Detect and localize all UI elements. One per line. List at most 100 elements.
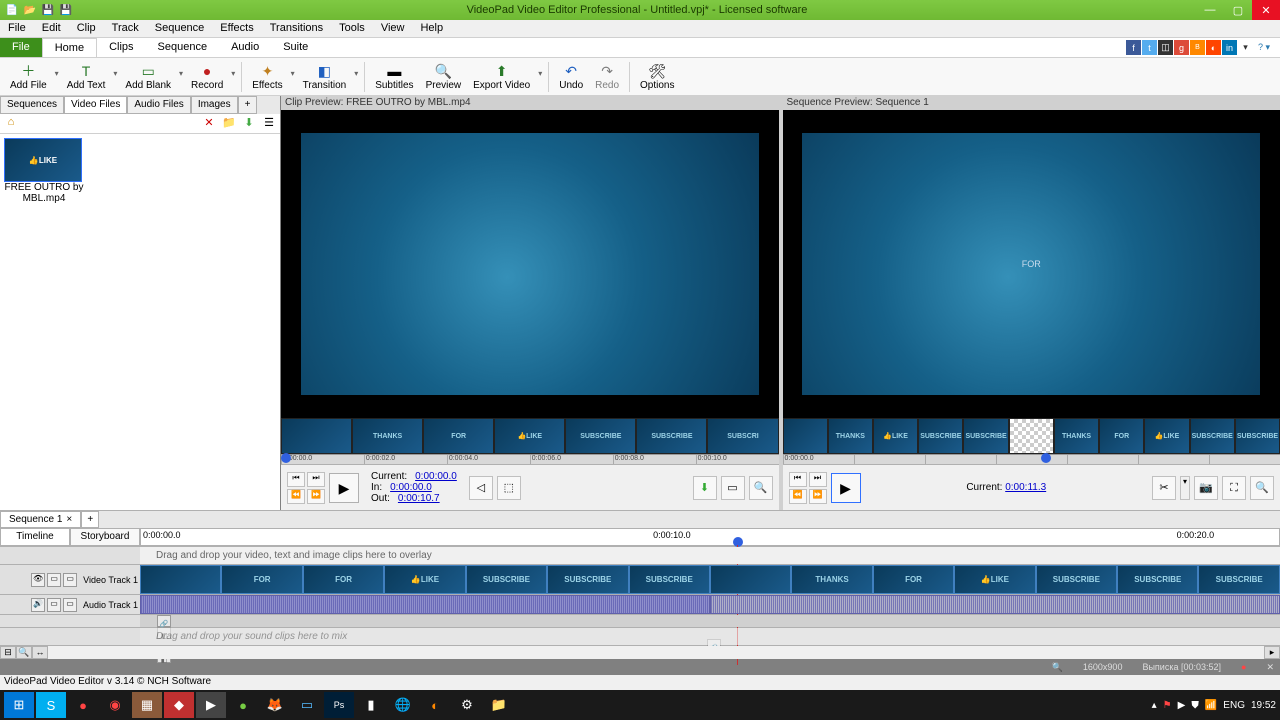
tray-network-icon[interactable]: 📶 (1205, 700, 1217, 711)
menu-sequence[interactable]: Sequence (147, 20, 213, 37)
timeline-clip[interactable]: FOR (873, 565, 954, 594)
sequence-tab-1[interactable]: Sequence 1× (0, 511, 81, 528)
timeline-ruler[interactable]: 0:00:00.0 0:00:10.0 0:00:20.0 (140, 528, 1280, 546)
timeline-clip[interactable]: SUBSCRIBE (1198, 565, 1279, 594)
seq-back-button[interactable]: ⏪ (789, 489, 807, 504)
status-close-icon[interactable]: ✕ (1266, 662, 1274, 673)
zoom-out-icon[interactable]: ⊟ (0, 646, 16, 659)
overlay-hint[interactable]: Drag and drop your video, text and image… (140, 547, 1280, 564)
scissors-button[interactable]: ✂ (1152, 476, 1176, 500)
clip-filmstrip[interactable]: THANKS FOR 👍LIKE SUBSCRIBE SUBSCRIBE SUB… (281, 418, 779, 454)
clip-current-time[interactable]: 0:00:00.0 (415, 471, 457, 482)
timeline-clip[interactable]: THANKS (791, 565, 872, 594)
list-view-icon[interactable]: ☰ (260, 116, 278, 132)
add-sequence-button[interactable]: + (81, 511, 99, 528)
track-visibility-icon[interactable]: 👁 (31, 573, 45, 587)
download-icon[interactable]: ⬇ (240, 116, 258, 132)
snapshot-button[interactable]: 📷 (1194, 476, 1218, 500)
fullscreen-button[interactable]: ⛶ (1222, 476, 1246, 500)
zoom-in-icon[interactable]: 🔍 (16, 646, 32, 659)
storyboard-tab[interactable]: Storyboard (70, 528, 140, 546)
filetab-images[interactable]: Images (191, 96, 238, 114)
options-button[interactable]: 🛠Options (634, 61, 680, 92)
timeline-clip[interactable]: SUBSCRIBE (629, 565, 710, 594)
open-file-icon[interactable]: 📂 (22, 2, 38, 18)
taskbar-steam[interactable]: ⚙ (452, 692, 482, 718)
prev-start-button[interactable]: ⏮ (287, 472, 305, 487)
filetab-audio[interactable]: Audio Files (127, 96, 190, 114)
clip-out-time[interactable]: 0:00:10.7 (398, 493, 440, 504)
menu-tools[interactable]: Tools (331, 20, 373, 37)
close-button[interactable]: ✕ (1252, 0, 1280, 20)
close-tab-icon[interactable]: × (66, 514, 72, 525)
menu-help[interactable]: Help (412, 20, 451, 37)
delete-icon[interactable]: ✕ (200, 116, 218, 132)
subtitles-button[interactable]: ▬Subtitles (369, 61, 419, 92)
overlay-button[interactable]: ▭ (721, 476, 745, 500)
seq-step-fwd-button[interactable]: ⏭ (809, 472, 827, 487)
split-button[interactable]: ⬚ (497, 476, 521, 500)
tab-audio[interactable]: Audio (219, 38, 271, 57)
timeline-clip[interactable]: 👍LIKE (384, 565, 465, 594)
tab-sequence[interactable]: Sequence (146, 38, 220, 57)
tab-file[interactable]: File (0, 38, 42, 57)
tray-lang[interactable]: ENG (1223, 700, 1245, 711)
seq-zoom-button[interactable]: 🔍 (1250, 476, 1274, 500)
audio-fx-icon[interactable]: ▭ (47, 598, 61, 612)
menu-view[interactable]: View (373, 20, 413, 37)
menu-clip[interactable]: Clip (69, 20, 104, 37)
timeline-clip[interactable]: FOR (303, 565, 384, 594)
minimize-button[interactable]: — (1196, 0, 1224, 20)
clip-play-button[interactable]: ▶ (329, 473, 359, 503)
timeline-tab[interactable]: Timeline (0, 528, 70, 546)
timeline-clip[interactable] (140, 565, 221, 594)
folder-icon[interactable]: 📁 (220, 116, 238, 132)
menu-effects[interactable]: Effects (212, 20, 261, 37)
add-file-button[interactable]: ＋Add File▾ (4, 61, 61, 92)
maximize-button[interactable]: ▢ (1224, 0, 1252, 20)
filetab-sequences[interactable]: Sequences (0, 96, 64, 114)
link-icon[interactable]: 🔗 (157, 615, 171, 627)
undo-button[interactable]: ↶Undo (553, 61, 589, 92)
taskbar-skype[interactable]: S (36, 692, 66, 718)
help-icon[interactable]: ? ▾ (1254, 40, 1274, 55)
taskbar-explorer[interactable]: 📁 (484, 692, 514, 718)
prev-next-button[interactable]: ⏩ (307, 489, 325, 504)
taskbar-app[interactable]: ▭ (292, 692, 322, 718)
audio-clip[interactable] (140, 595, 710, 614)
facebook-icon[interactable]: f (1126, 40, 1141, 55)
filetab-video[interactable]: Video Files (64, 96, 127, 114)
filetab-add[interactable]: + (238, 96, 258, 114)
share-icon[interactable]: ◫ (1158, 40, 1173, 55)
taskbar-app[interactable]: ◐ (420, 692, 450, 718)
tray-flag-icon[interactable]: ⚑ (1163, 700, 1172, 711)
taskbar-photoshop[interactable]: Ps (324, 692, 354, 718)
start-button[interactable]: ⊞ (4, 692, 34, 718)
mark-in-button[interactable]: ◁ (469, 476, 493, 500)
taskbar-firefox[interactable]: 🦊 (260, 692, 290, 718)
scissors-dd[interactable]: ▾ (1180, 476, 1190, 500)
timeline-clip[interactable]: FOR (221, 565, 302, 594)
tab-clips[interactable]: Clips (97, 38, 145, 57)
taskbar-record[interactable]: ● (68, 692, 98, 718)
timeline-clip[interactable]: SUBSCRIBE (466, 565, 547, 594)
menu-transitions[interactable]: Transitions (262, 20, 331, 37)
track-lock-icon[interactable]: ▭ (63, 573, 77, 587)
redo-button[interactable]: ↷Redo (589, 61, 625, 92)
audio-lock-icon[interactable]: ▭ (63, 598, 77, 612)
taskbar-cmd[interactable]: ▮ (356, 692, 386, 718)
scroll-right-icon[interactable]: ▸ (1264, 646, 1280, 659)
add-blank-button[interactable]: ▭Add Blank▾ (119, 61, 185, 92)
dropdown-icon[interactable]: ▾ (1238, 40, 1253, 55)
audio-clip[interactable] (710, 595, 1280, 614)
taskbar-videopad[interactable]: ▶ (196, 692, 226, 718)
stumble-icon[interactable]: ◐ (1206, 40, 1221, 55)
seq-ruler[interactable]: 0:00:00.0 (783, 454, 1280, 464)
twitter-icon[interactable]: t (1142, 40, 1157, 55)
seq-filmstrip[interactable]: THANKS 👍LIKE SUBSCRIBE SUBSCRIBE THANKS … (783, 418, 1280, 454)
tray-play-icon[interactable]: ▶ (1178, 700, 1186, 711)
file-item[interactable]: 👍LIKE FREE OUTRO by MBL.mp4 (4, 138, 84, 204)
insert-button[interactable]: ⬇ (693, 476, 717, 500)
menu-file[interactable]: File (0, 20, 34, 37)
timeline-clip[interactable]: 👍LIKE (954, 565, 1035, 594)
